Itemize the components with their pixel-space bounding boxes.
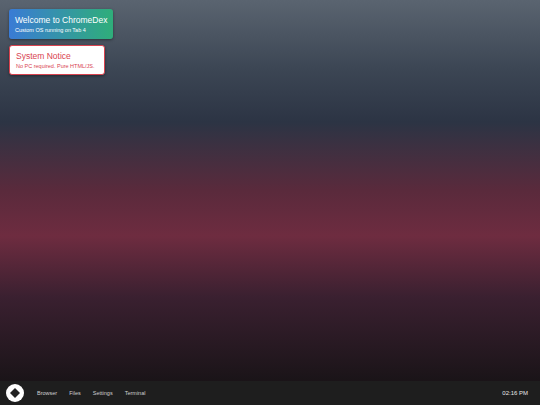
wallpaper: Welcome to ChromeDex Custom OS running on… <box>0 0 540 381</box>
notification-card[interactable]: Welcome to ChromeDex Custom OS running on… <box>9 9 113 39</box>
taskbar-item[interactable]: Terminal <box>125 390 146 396</box>
clock: 02:16 PM <box>502 390 528 396</box>
notification-message: Custom OS running on Tab 4 <box>15 27 107 33</box>
notification-list: Welcome to ChromeDex Custom OS running on… <box>9 9 531 75</box>
notification-title: Welcome to ChromeDex <box>15 15 107 25</box>
launcher-button[interactable] <box>6 384 24 402</box>
notification-title: System Notice <box>16 51 98 61</box>
taskbar-item[interactable]: Settings <box>93 390 113 396</box>
taskbar: Browser Files Settings Terminal 02:16 PM <box>0 381 540 405</box>
notification-card[interactable]: System Notice No PC required. Pure HTML/J… <box>9 45 105 75</box>
desktop-screen: Welcome to ChromeDex Custom OS running on… <box>0 0 540 405</box>
taskbar-item[interactable]: Files <box>69 390 81 396</box>
taskbar-apps: Browser Files Settings Terminal <box>37 390 502 396</box>
taskbar-item[interactable]: Browser <box>37 390 57 396</box>
notification-message: No PC required. Pure HTML/JS. <box>16 63 98 69</box>
diamond-icon <box>10 388 20 398</box>
